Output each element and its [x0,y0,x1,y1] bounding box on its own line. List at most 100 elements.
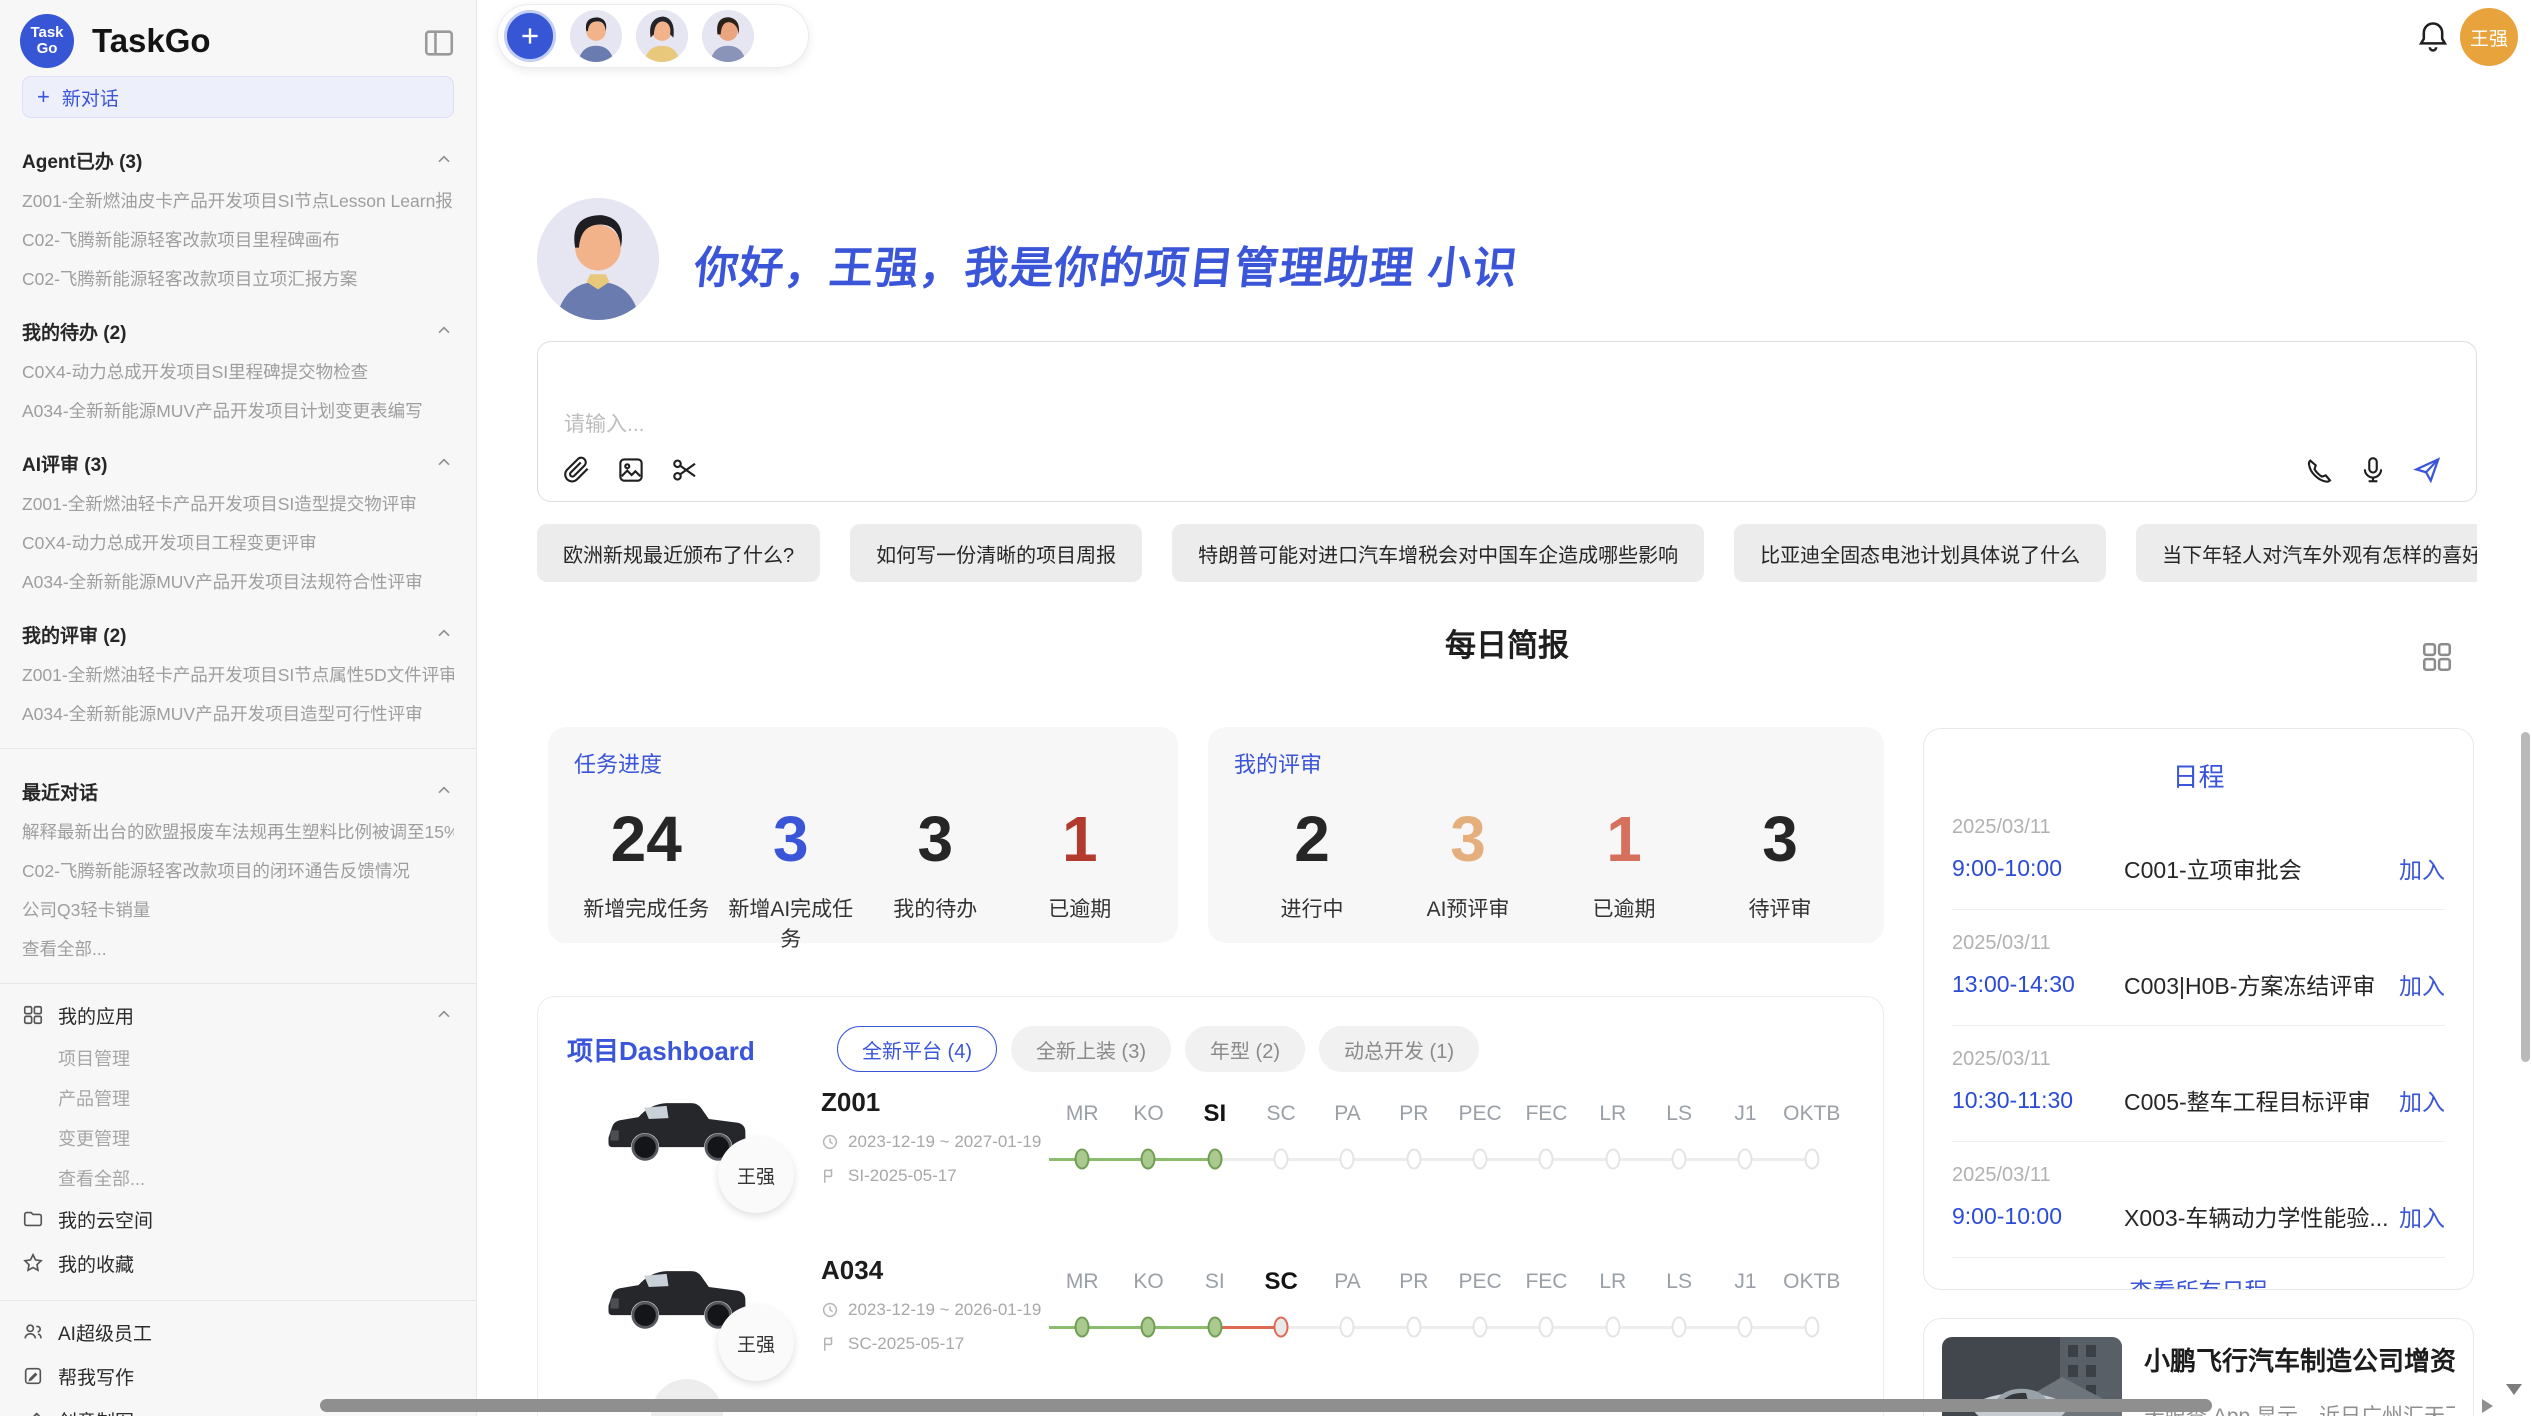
task-item[interactable]: A034-全新新能源MUV产品开发项目计划变更表编写 [22,398,454,421]
attachment-icon[interactable] [562,455,592,485]
phone-icon[interactable] [2304,455,2334,485]
tab-model-year[interactable]: 年型 (2) [1185,1026,1305,1072]
sidebar-item-help-write[interactable]: 帮我写作 [22,1363,454,1389]
suggestion-chip[interactable]: 如何写一份清晰的项目周报 [850,524,1142,582]
join-link[interactable]: 加入 [2399,1083,2445,1117]
image-icon[interactable] [616,455,646,485]
task-item[interactable]: C0X4-动力总成开发项目SI里程碑提交物检查 [22,359,454,382]
milestone-dot [1539,1317,1554,1338]
agent-avatar[interactable] [636,10,688,62]
user-avatar[interactable]: 王强 [2460,8,2518,66]
layout-grid-icon[interactable] [2420,640,2454,674]
join-link[interactable]: 加入 [2399,1199,2445,1233]
milestone-dot [1274,1149,1289,1170]
task-item[interactable]: C02-飞腾新能源轻客改款项目立项汇报方案 [22,266,454,289]
clock-icon [821,1301,839,1319]
agent-avatar[interactable] [570,10,622,62]
apps-grid-icon [22,1004,44,1026]
briefing-title: 每日简报 [537,620,2477,665]
recent-chat-item[interactable]: 公司Q3轻卡销量 [22,897,454,920]
join-link[interactable]: 加入 [2399,851,2445,885]
section-agent-done[interactable]: Agent已办 (3) [22,148,454,172]
task-item[interactable]: Z001-全新燃油皮卡产品开发项目SI节点Lesson Learn报告 [22,188,454,211]
sidebar-item-ai-employee[interactable]: AI超级员工 [22,1319,454,1345]
milestone-dot [1605,1149,1620,1170]
project-dates: 2023-12-19 ~ 2027-01-19 [821,1132,1041,1152]
news-title: 小鹏飞行汽车制造公司增资 [2144,1341,2455,1378]
collapse-sidebar-icon[interactable] [422,26,456,56]
chevron-up-icon[interactable] [434,321,454,341]
milestone-dot [1340,1317,1355,1338]
recent-chat-item[interactable]: C02-飞腾新能源轻客改款项目的闭环通告反馈情况 [22,858,454,881]
chevron-up-icon[interactable] [434,781,454,801]
vertical-scrollbar[interactable] [2521,732,2530,1062]
apps-view-all[interactable]: 查看全部... [22,1165,454,1188]
agent-avatar[interactable] [702,10,754,62]
sidebar-item-cloud-space[interactable]: 我的云空间 [22,1206,454,1232]
tab-new-platform[interactable]: 全新平台 (4) [837,1026,997,1072]
tab-new-body[interactable]: 全新上装 (3) [1011,1026,1171,1072]
project-code: Z001 [821,1087,1041,1118]
join-link[interactable]: 加入 [2399,967,2445,1001]
send-icon[interactable] [2412,455,2442,485]
microphone-icon[interactable] [2358,455,2388,485]
chevron-up-icon[interactable] [434,453,454,473]
app-item-project-mgmt[interactable]: 项目管理 [22,1045,454,1068]
my-review-card: 我的评审 2 进行中 3 AI预评审 1 已逾期 3 待评审 [1208,727,1884,943]
section-ai-review[interactable]: AI评审 (3) [22,451,454,475]
new-chat-button[interactable]: + 新对话 [22,76,454,118]
notifications-bell-icon[interactable] [2414,18,2452,56]
task-item[interactable]: C02-飞腾新能源轻客改款项目里程碑画布 [22,227,454,250]
recent-chat-item[interactable]: 解释最新出台的欧盟报废车法规再生塑料比例被调至15%... [22,819,454,842]
section-recent-chats[interactable]: 最近对话 [22,779,454,803]
milestone-dot [1141,1149,1156,1170]
milestone-dot [1406,1149,1421,1170]
suggestion-chip[interactable]: 比亚迪全固态电池计划具体说了什么 [1734,524,2106,582]
stat-pending-review: 3 待评审 [1702,793,1858,923]
schedule-event: 2025/03/11 13:00-14:30 C003|H0B-方案冻结评审 加… [1952,910,2445,1026]
dashboard-tabs: 全新平台 (4) 全新上装 (3) 年型 (2) 动总开发 (1) [837,1026,1479,1072]
chevron-up-icon[interactable] [434,624,454,644]
horizontal-scrollbar[interactable] [320,1399,2212,1412]
scroll-down-arrow[interactable] [2506,1384,2522,1395]
logo-line2: Go [37,41,58,57]
milestone-dot [1141,1317,1156,1338]
scissors-icon[interactable] [670,455,700,485]
milestone-dot [1075,1149,1090,1170]
stat-new-completed: 24 新增完成任务 [574,793,719,953]
app-item-product-mgmt[interactable]: 产品管理 [22,1085,454,1108]
milestone-dot [1738,1317,1753,1338]
project-row-a034[interactable]: 王强 A034 2023-12-19 ~ 2026-01-19 SC-2025-… [538,1247,1883,1409]
section-my-review[interactable]: 我的评审 (2) [22,622,454,646]
task-item[interactable]: A034-全新新能源MUV产品开发项目法规符合性评审 [22,569,454,592]
recent-view-all[interactable]: 查看全部... [22,936,454,959]
chevron-up-icon[interactable] [434,1005,454,1025]
event-name: C003|H0B-方案冻结评审 [2124,967,2399,1001]
folder-icon [22,1208,44,1230]
composer-placeholder: 请输入... [564,408,645,438]
suggestion-chip[interactable]: 欧洲新规最近颁布了什么? [537,524,820,582]
clock-icon [821,1133,839,1151]
stat-ai-completed: 3 新增AI完成任务 [719,793,864,953]
task-item[interactable]: A034-全新新能源MUV产品开发项目造型可行性评审 [22,701,454,724]
task-item[interactable]: Z001-全新燃油轻卡产品开发项目SI节点属性5D文件评审 [22,662,454,685]
project-row-z001[interactable]: 王强 Z001 2023-12-19 ~ 2027-01-19 SI-2025-… [538,1079,1883,1241]
view-all-schedule-link[interactable]: 查看所有日程 [1952,1272,2445,1290]
add-agent-button[interactable] [504,10,556,62]
task-item[interactable]: C0X4-动力总成开发项目工程变更评审 [22,530,454,553]
suggestion-chip[interactable]: 当下年轻人对汽车外观有怎样的喜好趋势 [2136,524,2477,582]
milestone-timeline: MR KO SI SC PA PR PEC FEC LR LS J1 OKTB [1049,1261,1845,1381]
people-icon [22,1321,44,1343]
chevron-up-icon[interactable] [434,150,454,170]
sidebar-item-favorites[interactable]: 我的收藏 [22,1250,454,1276]
suggestion-chip[interactable]: 特朗普可能对进口汽车增税会对中国车企造成哪些影响 [1172,524,1704,582]
card-title: 我的评审 [1234,747,1858,779]
app-item-change-mgmt[interactable]: 变更管理 [22,1125,454,1148]
section-my-todo[interactable]: 我的待办 (2) [22,319,454,343]
divider [0,1300,476,1301]
message-composer[interactable]: 请输入... [537,341,2477,502]
scroll-right-arrow[interactable] [2482,1399,2493,1413]
tab-powertrain[interactable]: 动总开发 (1) [1319,1026,1479,1072]
sidebar-item-my-apps[interactable]: 我的应用 [22,1002,454,1028]
task-item[interactable]: Z001-全新燃油轻卡产品开发项目SI造型提交物评审 [22,491,454,514]
